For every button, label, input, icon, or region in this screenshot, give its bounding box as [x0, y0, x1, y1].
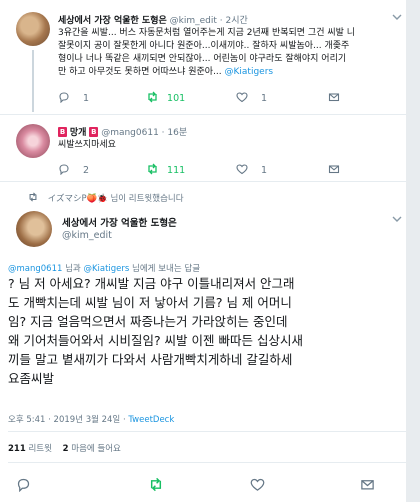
- retweet-count: 101: [167, 93, 186, 104]
- author-name[interactable]: 세상에서 가장 억울한 도형은: [62, 218, 177, 229]
- chevron-down-icon[interactable]: [392, 214, 402, 224]
- share-button[interactable]: [360, 477, 375, 492]
- retweet-button[interactable]: 111: [146, 163, 185, 176]
- like-button[interactable]: [250, 477, 265, 492]
- thread-line: [32, 50, 34, 112]
- avatar[interactable]: [16, 211, 52, 247]
- retweet-icon: [29, 192, 37, 202]
- mention-link[interactable]: @Kiatigers: [83, 264, 129, 274]
- reply-icon: [59, 92, 69, 103]
- heart-icon: [236, 92, 248, 103]
- tweet-text-line: ? 님 저 아세요? 개씨발 지금 야구 이틀내리져서 안그래: [8, 276, 295, 291]
- tweet-text-line: 요좀씨발: [8, 371, 55, 386]
- separator-dot: ·: [219, 16, 223, 26]
- mention-link[interactable]: @mang0611: [8, 264, 62, 274]
- author-handle[interactable]: @mang0611: [101, 128, 159, 138]
- divider: [8, 462, 406, 463]
- scrollbar-track[interactable]: [406, 0, 420, 502]
- heart-icon: [250, 478, 265, 491]
- chevron-down-icon[interactable]: [392, 12, 402, 22]
- retweet-stat[interactable]: 211 리트윗: [8, 444, 52, 454]
- author-handle[interactable]: @kim_edit: [170, 16, 217, 26]
- retweet-icon: [148, 91, 157, 103]
- badge-b-icon: B: [58, 127, 67, 137]
- divider: [0, 181, 406, 182]
- retweet-note-text: イズマシP🍑🐞 님이 리트윗했습니다: [47, 194, 184, 204]
- tweet-time[interactable]: 16분: [167, 128, 187, 138]
- engagement-stats: 211 리트윗 2 마음에 들어요: [8, 442, 121, 454]
- reply-icon: [59, 164, 69, 175]
- timestamp-text[interactable]: 오후 5:41 · 2019년 3월 24일 ·: [8, 415, 128, 425]
- retweet-icon: [148, 163, 157, 175]
- mail-icon: [328, 165, 340, 174]
- tweet-timestamp: 오후 5:41 · 2019년 3월 24일 · TweetDeck: [8, 413, 174, 425]
- reply-button[interactable]: [16, 477, 31, 492]
- mail-icon: [328, 93, 340, 102]
- tweet-text-line: 만 하고 아무것도 못하면 어따쓰냐 원준아... @Kiatigers: [58, 66, 403, 79]
- tweet-text-line: 3유간을 씨발... 버스 자동문처럼 열어주는게 지금 2년째 반복되면 그건…: [58, 28, 356, 38]
- tweet-text: ? 님 저 아세요? 개씨발 지금 야구 이틀내리져서 안그래 도 개빡치는데 …: [8, 274, 406, 388]
- retweet-stat-label: 리트윗: [25, 444, 52, 454]
- tweet-text-line: 형이나 너나 똑같은 새끼되면 안되잖아... 어린놈이 야구라도 잘해야지 어…: [58, 54, 347, 64]
- retweet-icon: [150, 477, 162, 492]
- reply-context-text: 님과: [62, 264, 84, 274]
- retweet-button[interactable]: [148, 477, 164, 492]
- reply-context: @mang0611 님과 @Kiatigers 님에게 보내는 답글: [8, 262, 200, 274]
- heart-icon: [236, 164, 248, 175]
- tweet-text-line: 왜 기어처들어와서 시비질임? 씨발 이젠 빠따든 십상시새: [8, 333, 303, 348]
- like-stat-label: 마음에 들어요: [68, 444, 121, 454]
- mention-link[interactable]: @Kiatigers: [225, 67, 274, 77]
- like-button[interactable]: 1: [236, 163, 267, 176]
- like-button[interactable]: 1: [236, 91, 267, 104]
- tweet-text-line: 임? 지금 얼음먹으면서 짜증나는거 가라앉히는 중인데: [8, 314, 288, 329]
- retweet-stat-count: 211: [8, 444, 26, 454]
- tweet-text-fragment: 만 하고 아무것도 못하면 어따쓰냐 원준아...: [58, 67, 225, 77]
- avatar[interactable]: [16, 124, 50, 158]
- tweet-text: 3유간을 씨발... 버스 자동문처럼 열어주는게 지금 2년째 반복되면 그건…: [58, 27, 403, 79]
- tweet-text-line: 끼들 말고 볕새끼가 다와서 사람개빡치게하네 갈길하세: [8, 352, 293, 367]
- author-name[interactable]: 망개: [70, 128, 87, 138]
- reply-count: 2: [83, 165, 90, 176]
- avatar[interactable]: [16, 12, 50, 46]
- like-count: 1: [261, 165, 268, 176]
- reply-button[interactable]: 2: [58, 163, 89, 176]
- separator-dot: ·: [161, 128, 165, 138]
- tweet-text: 씨발쓰지마세요: [58, 140, 116, 150]
- reply-context-text: 님에게 보내는 답글: [129, 264, 201, 274]
- tweet-text-line: 잘못이지 공이 잘못한게 아니다 원준아...이새끼야.. 잘하자 씨발놈아..…: [58, 41, 350, 51]
- retweet-count: 111: [167, 165, 186, 176]
- retweet-button[interactable]: 101: [146, 91, 185, 104]
- badge-b-icon: B: [89, 127, 99, 137]
- reply-count: 1: [83, 93, 90, 104]
- divider: [8, 431, 406, 432]
- author-handle[interactable]: @kim_edit: [62, 230, 112, 241]
- like-count: 1: [261, 93, 268, 104]
- reply-icon: [17, 478, 30, 492]
- share-button[interactable]: [328, 91, 340, 103]
- author-name[interactable]: 세상에서 가장 억울한 도형은: [58, 16, 167, 26]
- reply-button[interactable]: 1: [58, 91, 89, 104]
- retweet-note[interactable]: イズマシP🍑🐞 님이 리트윗했습니다: [27, 192, 184, 204]
- like-stat[interactable]: 2 마음에 들어요: [63, 444, 121, 454]
- tweet-card[interactable]: B 망개 B @mang0611 · 16분 씨발쓰지마세요 2 111 1: [8, 115, 406, 181]
- source-link[interactable]: TweetDeck: [128, 415, 174, 425]
- tweet-text-line: 도 개빡치는데 씨발 님이 저 낳아서 기름? 님 제 어머니: [8, 295, 292, 310]
- tweet-card[interactable]: 세상에서 가장 억울한 도형은 @kim_edit · 2시간 3유간을 씨발.…: [8, 0, 406, 112]
- tweet-time[interactable]: 2시간: [226, 16, 248, 26]
- mail-icon: [361, 480, 374, 490]
- share-button[interactable]: [328, 163, 340, 175]
